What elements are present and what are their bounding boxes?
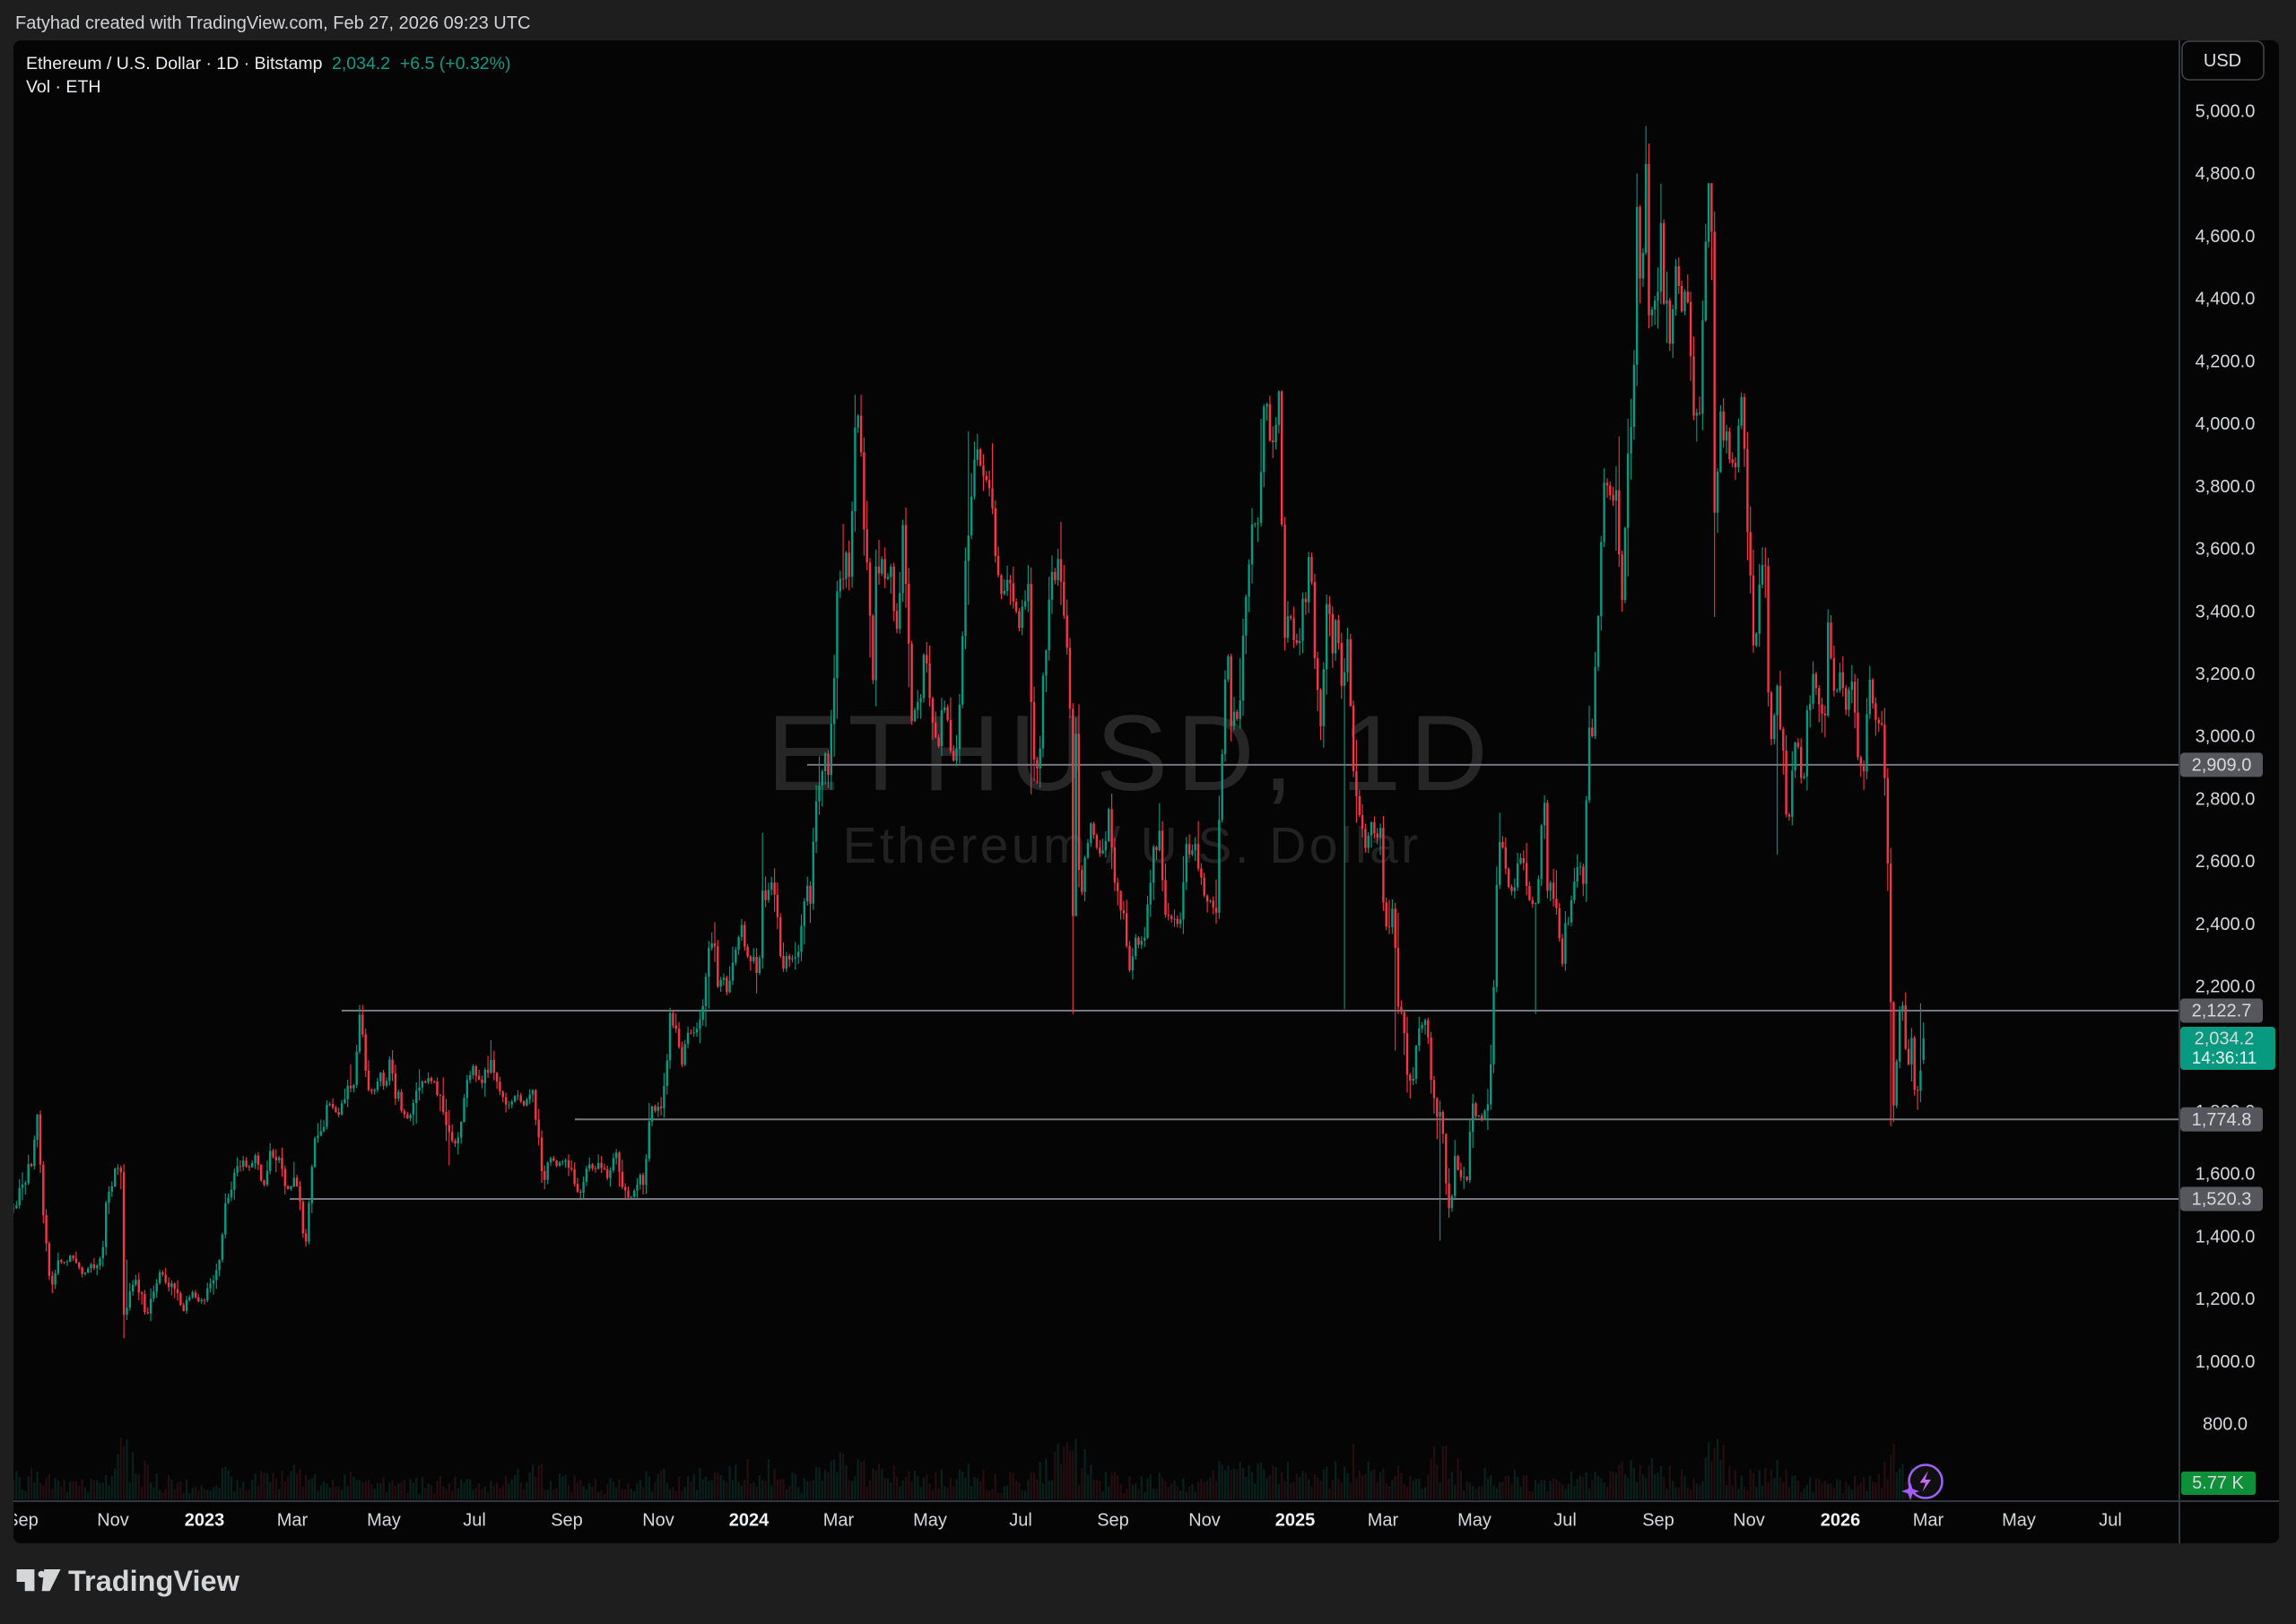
svg-text:3,000.0: 3,000.0 [2196,727,2256,747]
svg-text:May: May [913,1511,947,1531]
svg-text:1,600.0: 1,600.0 [2196,1165,2256,1185]
svg-text:Nov: Nov [1188,1511,1221,1531]
svg-text:Jul: Jul [463,1511,486,1531]
svg-text:Jul: Jul [1009,1511,1032,1531]
svg-text:Mar: Mar [1913,1511,1944,1531]
svg-text:4,000.0: 4,000.0 [2196,414,2256,434]
svg-text:Fatyhad created with TradingVi: Fatyhad created with TradingView.com, Fe… [15,13,530,33]
svg-text:5,000.0: 5,000.0 [2196,102,2256,122]
svg-text:Nov: Nov [1733,1511,1765,1531]
svg-text:2,600.0: 2,600.0 [2196,852,2256,872]
svg-text:2,909.0: 2,909.0 [2192,755,2252,775]
svg-text:Mar: Mar [277,1511,309,1531]
svg-text:4,200.0: 4,200.0 [2196,352,2256,371]
svg-text:2,034.2: 2,034.2 [2195,1029,2255,1049]
svg-text:2,122.7: 2,122.7 [2192,1002,2252,1021]
svg-text:3,600.0: 3,600.0 [2196,540,2256,560]
svg-text:May: May [1457,1511,1492,1531]
svg-text:Sep: Sep [551,1511,583,1531]
svg-text:3,400.0: 3,400.0 [2196,602,2256,621]
svg-text:May: May [2002,1511,2036,1531]
svg-text:Mar: Mar [823,1511,855,1531]
svg-text:1,774.8: 1,774.8 [2192,1110,2252,1130]
svg-text:Sep: Sep [1097,1511,1129,1531]
svg-text:Sep: Sep [1642,1511,1674,1531]
svg-text:Mar: Mar [1368,1511,1399,1531]
svg-text:3,200.0: 3,200.0 [2196,664,2256,684]
svg-text:Nov: Nov [642,1511,674,1531]
svg-text:2026: 2026 [1821,1511,1861,1531]
svg-text:4,800.0: 4,800.0 [2196,164,2256,184]
svg-text:Ethereum / U.S. Dollar · 1D ·: Ethereum / U.S. Dollar · 1D · Bitstamp [26,54,323,74]
svg-text:2,400.0: 2,400.0 [2196,915,2256,934]
svg-text:2025: 2025 [1275,1511,1316,1531]
svg-text:ETHUSD, 1D: ETHUSD, 1D [767,693,1496,813]
svg-text:2,200.0: 2,200.0 [2196,977,2256,997]
svg-text:4,600.0: 4,600.0 [2196,227,2256,247]
svg-text:3,800.0: 3,800.0 [2196,477,2256,497]
svg-text:2,800.0: 2,800.0 [2196,789,2256,809]
svg-text:1,400.0: 1,400.0 [2196,1228,2256,1247]
svg-text:May: May [367,1511,401,1531]
svg-text:1,520.3: 1,520.3 [2192,1190,2252,1210]
svg-text:2,034.2 +6.5 (+0.32%): 2,034.2 +6.5 (+0.32%) [332,54,510,74]
svg-text:Nov: Nov [97,1511,129,1531]
svg-text:4,400.0: 4,400.0 [2196,290,2256,309]
svg-text:14:36:11: 14:36:11 [2192,1049,2257,1068]
svg-text:TradingView: TradingView [68,1565,240,1597]
svg-text:USD: USD [2204,51,2241,71]
svg-text:1,000.0: 1,000.0 [2196,1352,2256,1372]
svg-text:Jul: Jul [2099,1511,2122,1531]
svg-text:800.0: 800.0 [2203,1415,2248,1435]
svg-text:2023: 2023 [185,1511,225,1531]
svg-text:1,200.0: 1,200.0 [2196,1290,2256,1309]
svg-text:Jul: Jul [1553,1511,1577,1531]
svg-text:Ethereum / U.S. Dollar: Ethereum / U.S. Dollar [843,817,1422,874]
svg-text:Sep: Sep [6,1511,39,1531]
svg-text:5.77 K: 5.77 K [2192,1473,2244,1493]
svg-text:Vol · ETH: Vol · ETH [26,77,100,97]
svg-text:2024: 2024 [729,1511,770,1531]
